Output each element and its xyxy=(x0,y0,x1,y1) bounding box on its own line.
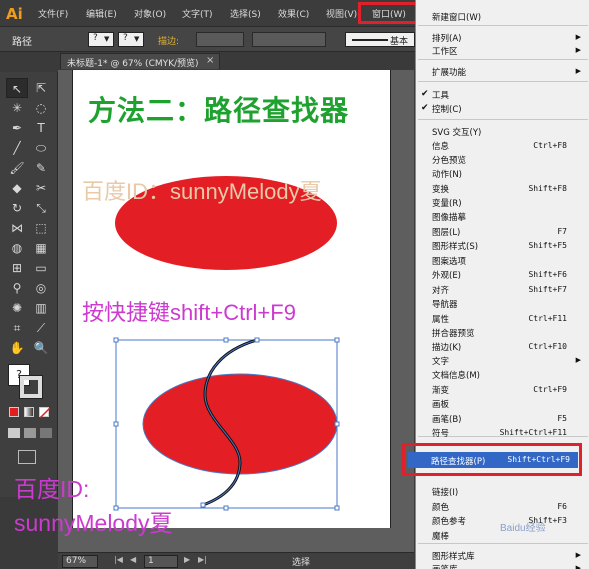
artboard-title: 方法二：路径查找器 xyxy=(88,94,350,127)
menu-item[interactable]: 变换 xyxy=(432,183,449,195)
menu-item[interactable]: 画板 xyxy=(432,398,449,410)
menu-item[interactable]: 属性 xyxy=(432,313,449,325)
menu-item-shortcut: Shift+F7 xyxy=(528,285,567,294)
checkmark-icon: ✔ xyxy=(421,103,429,113)
menu-item[interactable]: 对齐 xyxy=(432,284,449,296)
menu-item-shortcut: Shift+F8 xyxy=(528,184,567,193)
menu-item[interactable]: SVG 交互(Y) xyxy=(432,126,481,138)
pathfinder-callout xyxy=(402,443,582,476)
menu-item-shortcut: Shift+F6 xyxy=(528,270,567,279)
anchor-point[interactable] xyxy=(200,502,206,508)
menu-item[interactable]: 画笔(B) xyxy=(432,413,461,425)
menu-item[interactable]: 扩展功能 xyxy=(432,66,466,78)
zoom-level-dropdown[interactable]: 67% xyxy=(62,555,98,568)
menu-item-shortcut: F5 xyxy=(557,414,567,423)
menu-item[interactable]: 符号 xyxy=(432,427,449,439)
menu-separator xyxy=(418,25,588,26)
menu-item[interactable]: 描边(K) xyxy=(432,341,461,353)
menu-item[interactable]: 文字 xyxy=(432,355,449,367)
menu-item[interactable]: 新建窗口(W) xyxy=(432,11,481,23)
menu-item[interactable]: 动作(N) xyxy=(432,168,462,180)
menu-item[interactable]: 颜色参考 xyxy=(432,515,466,527)
watermark-bottom-line1: 百度ID: xyxy=(14,476,90,502)
menu-item-shortcut: Shift+F5 xyxy=(528,241,567,250)
menu-item[interactable]: 图形样式库 xyxy=(432,550,475,562)
menu-item[interactable]: 控制(C) xyxy=(432,103,462,115)
status-label[interactable]: 选择 xyxy=(292,555,310,568)
submenu-arrow-icon: ▶ xyxy=(575,67,581,75)
watermark-top: 百度ID：sunnyMelody夏 xyxy=(82,179,322,204)
menu-item-shortcut: Ctrl+F8 xyxy=(533,141,567,150)
menu-item-shortcut: F7 xyxy=(557,227,567,236)
menu-item[interactable]: 导航器 xyxy=(432,298,458,310)
menu-item[interactable]: 链接(I) xyxy=(432,486,458,498)
page-number-field[interactable]: 1 xyxy=(144,555,178,568)
menu-item[interactable]: 图像描摹 xyxy=(432,211,466,223)
menu-item[interactable]: 渐变 xyxy=(432,384,449,396)
menu-item[interactable]: 文档信息(M) xyxy=(432,369,480,381)
menu-item[interactable]: 颜色 xyxy=(432,501,449,513)
submenu-arrow-icon: ▶ xyxy=(575,356,581,364)
menu-separator xyxy=(418,543,588,544)
menu-item[interactable]: 画笔库 xyxy=(432,563,458,569)
menu-item[interactable]: 魔棒 xyxy=(432,530,449,542)
baidu-watermark: Baidu经验 xyxy=(500,523,546,534)
menu-separator xyxy=(418,59,588,60)
menu-item[interactable]: 图层(L) xyxy=(432,226,460,238)
window-dropdown-menu: 新建窗口(W) 排列(A) ▶ 工作区 ▶ 扩展功能 ▶ 工具 ✔ 控制(C) ✔ SVG 交互(Y)… xyxy=(415,0,589,569)
submenu-arrow-icon: ▶ xyxy=(575,564,581,569)
submenu-arrow-icon: ▶ xyxy=(575,33,581,41)
next-page-icon[interactable]: ▶ xyxy=(184,555,190,564)
checkmark-icon: ✔ xyxy=(421,89,429,99)
menu-item-shortcut: Ctrl+F9 xyxy=(533,385,567,394)
submenu-arrow-icon: ▶ xyxy=(575,46,581,54)
menu-item[interactable]: 信息 xyxy=(432,140,449,152)
status-bar: 67% |◀ ◀ 1 ▶ ▶| 选择 xyxy=(58,552,414,569)
menu-item[interactable]: 变量(R) xyxy=(432,197,462,209)
shortcut-text: 按快捷键shift+Ctrl+F9 xyxy=(82,300,296,325)
menu-item[interactable]: 分色预览 xyxy=(432,154,466,166)
menu-item-shortcut: F6 xyxy=(557,502,567,511)
menu-item[interactable]: 图形样式(S) xyxy=(432,240,478,252)
first-page-icon[interactable]: |◀ xyxy=(114,555,123,564)
prev-page-icon[interactable]: ◀ xyxy=(130,555,136,564)
menu-item[interactable]: 外观(E) xyxy=(432,269,461,281)
menu-separator xyxy=(418,119,588,120)
menu-item[interactable]: 工作区 xyxy=(432,45,458,57)
menu-item[interactable]: 图案选项 xyxy=(432,255,466,267)
menu-item-shortcut: Shift+Ctrl+F11 xyxy=(499,428,567,437)
menu-item-shortcut: Ctrl+F10 xyxy=(528,342,567,351)
submenu-arrow-icon: ▶ xyxy=(575,551,581,559)
menu-item-shortcut: Ctrl+F11 xyxy=(528,314,567,323)
menu-item[interactable]: 排列(A) xyxy=(432,32,461,44)
anchor-point[interactable] xyxy=(254,337,260,343)
menu-item[interactable]: 工具 xyxy=(432,89,449,101)
menu-separator xyxy=(418,81,588,82)
menu-item[interactable]: 拼合器预览 xyxy=(432,327,475,339)
watermark-bottom-line2: sunnyMelody夏 xyxy=(14,510,173,536)
last-page-icon[interactable]: ▶| xyxy=(198,555,207,564)
